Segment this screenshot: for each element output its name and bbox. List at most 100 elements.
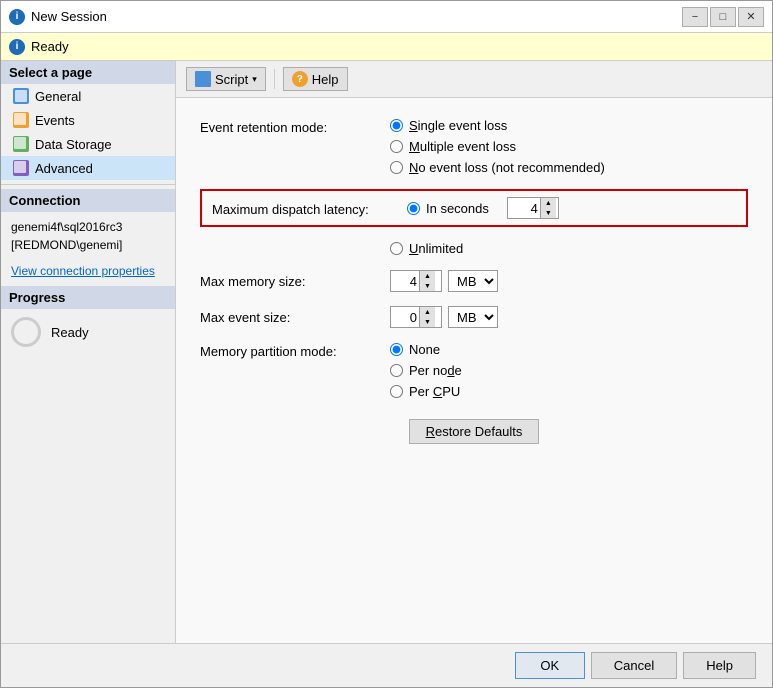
form-area: Event retention mode: Single event loss …: [176, 98, 772, 643]
max-memory-spinbox-buttons: ▲ ▼: [419, 271, 435, 291]
partition-per-cpu[interactable]: Per CPU: [390, 384, 462, 399]
status-icon: i: [9, 39, 25, 55]
minimize-button[interactable]: −: [682, 7, 708, 27]
help-label: Help: [312, 72, 339, 87]
window-title: New Session: [31, 9, 107, 24]
retention-radio-group: Single event loss Multiple event loss No…: [390, 118, 605, 175]
partition-none[interactable]: None: [390, 342, 462, 357]
sidebar-sep-1: [1, 184, 175, 185]
script-button[interactable]: Script ▾: [186, 67, 266, 91]
max-memory-controls: 4 ▲ ▼ MB KB GB: [390, 270, 498, 292]
max-event-spinbox-buttons: ▲ ▼: [419, 307, 435, 327]
progress-spinner: [11, 317, 41, 347]
partition-per-node[interactable]: Per node: [390, 363, 462, 378]
select-page-title: Select a page: [1, 61, 175, 84]
toolbar-separator: [274, 69, 275, 89]
status-text: Ready: [31, 39, 69, 54]
event-retention-row: Event retention mode: Single event loss …: [200, 118, 748, 175]
restore-defaults-button[interactable]: Restore Defaults: [409, 419, 540, 444]
restore-defaults-area: Restore Defaults: [200, 419, 748, 444]
retention-multiple[interactable]: Multiple event loss: [390, 139, 605, 154]
partition-per-cpu-label: Per CPU: [409, 384, 460, 399]
dispatch-latency-label: Maximum dispatch latency:: [212, 200, 397, 217]
max-event-down-button[interactable]: ▼: [419, 317, 435, 327]
max-event-controls: 0 ▲ ▼ MB KB GB: [390, 306, 498, 328]
help-icon: ?: [292, 71, 308, 87]
partition-per-node-radio[interactable]: [390, 364, 403, 377]
max-event-spinbox[interactable]: 0 ▲ ▼: [390, 306, 442, 328]
dispatch-unlimited-radio[interactable]: [390, 242, 403, 255]
view-connection-link[interactable]: View connection properties: [1, 260, 175, 282]
dispatch-seconds-text: In seconds: [426, 201, 489, 216]
max-memory-row: Max memory size: 4 ▲ ▼ MB KB GB: [200, 270, 748, 292]
max-event-unit-select[interactable]: MB KB GB: [448, 306, 498, 328]
maximize-button[interactable]: □: [710, 7, 736, 27]
progress-area: Ready: [1, 309, 175, 355]
max-memory-spinbox[interactable]: 4 ▲ ▼: [390, 270, 442, 292]
retention-none-radio[interactable]: [390, 161, 403, 174]
datastorage-icon: [13, 136, 29, 152]
progress-status-text: Ready: [51, 325, 89, 340]
dispatch-latency-row: Maximum dispatch latency: In seconds 4 ▲…: [200, 189, 748, 227]
sidebar-item-advanced[interactable]: Advanced: [1, 156, 175, 180]
partition-none-label: None: [409, 342, 440, 357]
dispatch-unlimited-option[interactable]: Unlimited: [390, 241, 463, 256]
dispatch-unlimited-label: Unlimited: [409, 241, 463, 256]
retention-single[interactable]: Single event loss: [390, 118, 605, 133]
max-memory-label: Max memory size:: [200, 274, 390, 289]
dispatch-seconds-radio[interactable]: [407, 202, 420, 215]
sidebar: Select a page General Events Data Storag…: [1, 61, 176, 643]
max-memory-down-button[interactable]: ▼: [419, 281, 435, 291]
retention-none[interactable]: No event loss (not recommended): [390, 160, 605, 175]
connection-server: genemi4f\sql2016rc3: [11, 218, 165, 236]
sidebar-label-datastorage: Data Storage: [35, 137, 112, 152]
retention-multiple-radio[interactable]: [390, 140, 403, 153]
help-button[interactable]: ? Help: [283, 67, 348, 91]
toolbar: Script ▾ ? Help: [176, 61, 772, 98]
max-event-label: Max event size:: [200, 310, 390, 325]
spinbox-up-button[interactable]: ▲: [540, 198, 556, 208]
events-icon: [13, 112, 29, 128]
sidebar-label-events: Events: [35, 113, 75, 128]
dispatch-unlimited-row: Unlimited: [390, 241, 748, 256]
retention-none-label: No event loss (not recommended): [409, 160, 605, 175]
max-memory-up-button[interactable]: ▲: [419, 271, 435, 281]
retention-single-radio[interactable]: [390, 119, 403, 132]
title-bar: i New Session − □ ✕: [1, 1, 772, 33]
main-window: i New Session − □ ✕ i Ready Select a pag…: [0, 0, 773, 688]
sidebar-item-general[interactable]: General: [1, 84, 175, 108]
max-event-input[interactable]: 0: [391, 310, 419, 325]
dispatch-seconds-spinbox[interactable]: 4 ▲ ▼: [507, 197, 559, 219]
dispatch-seconds-input[interactable]: 4: [508, 201, 540, 216]
dispatch-seconds-option[interactable]: In seconds: [407, 201, 489, 216]
max-memory-unit-select[interactable]: MB KB GB: [448, 270, 498, 292]
event-retention-label: Event retention mode:: [200, 118, 390, 135]
spinbox-buttons: ▲ ▼: [540, 198, 556, 218]
connection-info: genemi4f\sql2016rc3 [REDMOND\genemi]: [1, 212, 175, 260]
partition-mode-row: Memory partition mode: None Per node: [200, 342, 748, 399]
script-icon: [195, 71, 211, 87]
ok-button[interactable]: OK: [515, 652, 585, 679]
partition-none-radio[interactable]: [390, 343, 403, 356]
sidebar-label-advanced: Advanced: [35, 161, 93, 176]
sidebar-item-events[interactable]: Events: [1, 108, 175, 132]
partition-per-cpu-radio[interactable]: [390, 385, 403, 398]
cancel-button[interactable]: Cancel: [591, 652, 677, 679]
progress-section-title: Progress: [1, 286, 175, 309]
advanced-icon: [13, 160, 29, 176]
title-buttons: − □ ✕: [682, 7, 764, 27]
close-button[interactable]: ✕: [738, 7, 764, 27]
spinbox-down-button[interactable]: ▼: [540, 208, 556, 218]
status-bar-top: i Ready: [1, 33, 772, 61]
connection-section-title: Connection: [1, 189, 175, 212]
max-event-up-button[interactable]: ▲: [419, 307, 435, 317]
max-memory-input[interactable]: 4: [391, 274, 419, 289]
sidebar-label-general: General: [35, 89, 81, 104]
help-bottom-button[interactable]: Help: [683, 652, 756, 679]
sidebar-item-datastorage[interactable]: Data Storage: [1, 132, 175, 156]
connection-user: [REDMOND\genemi]: [11, 236, 165, 254]
partition-radio-group: None Per node Per CPU: [390, 342, 462, 399]
content-area: Select a page General Events Data Storag…: [1, 61, 772, 643]
title-bar-left: i New Session: [9, 9, 107, 25]
app-icon: i: [9, 9, 25, 25]
